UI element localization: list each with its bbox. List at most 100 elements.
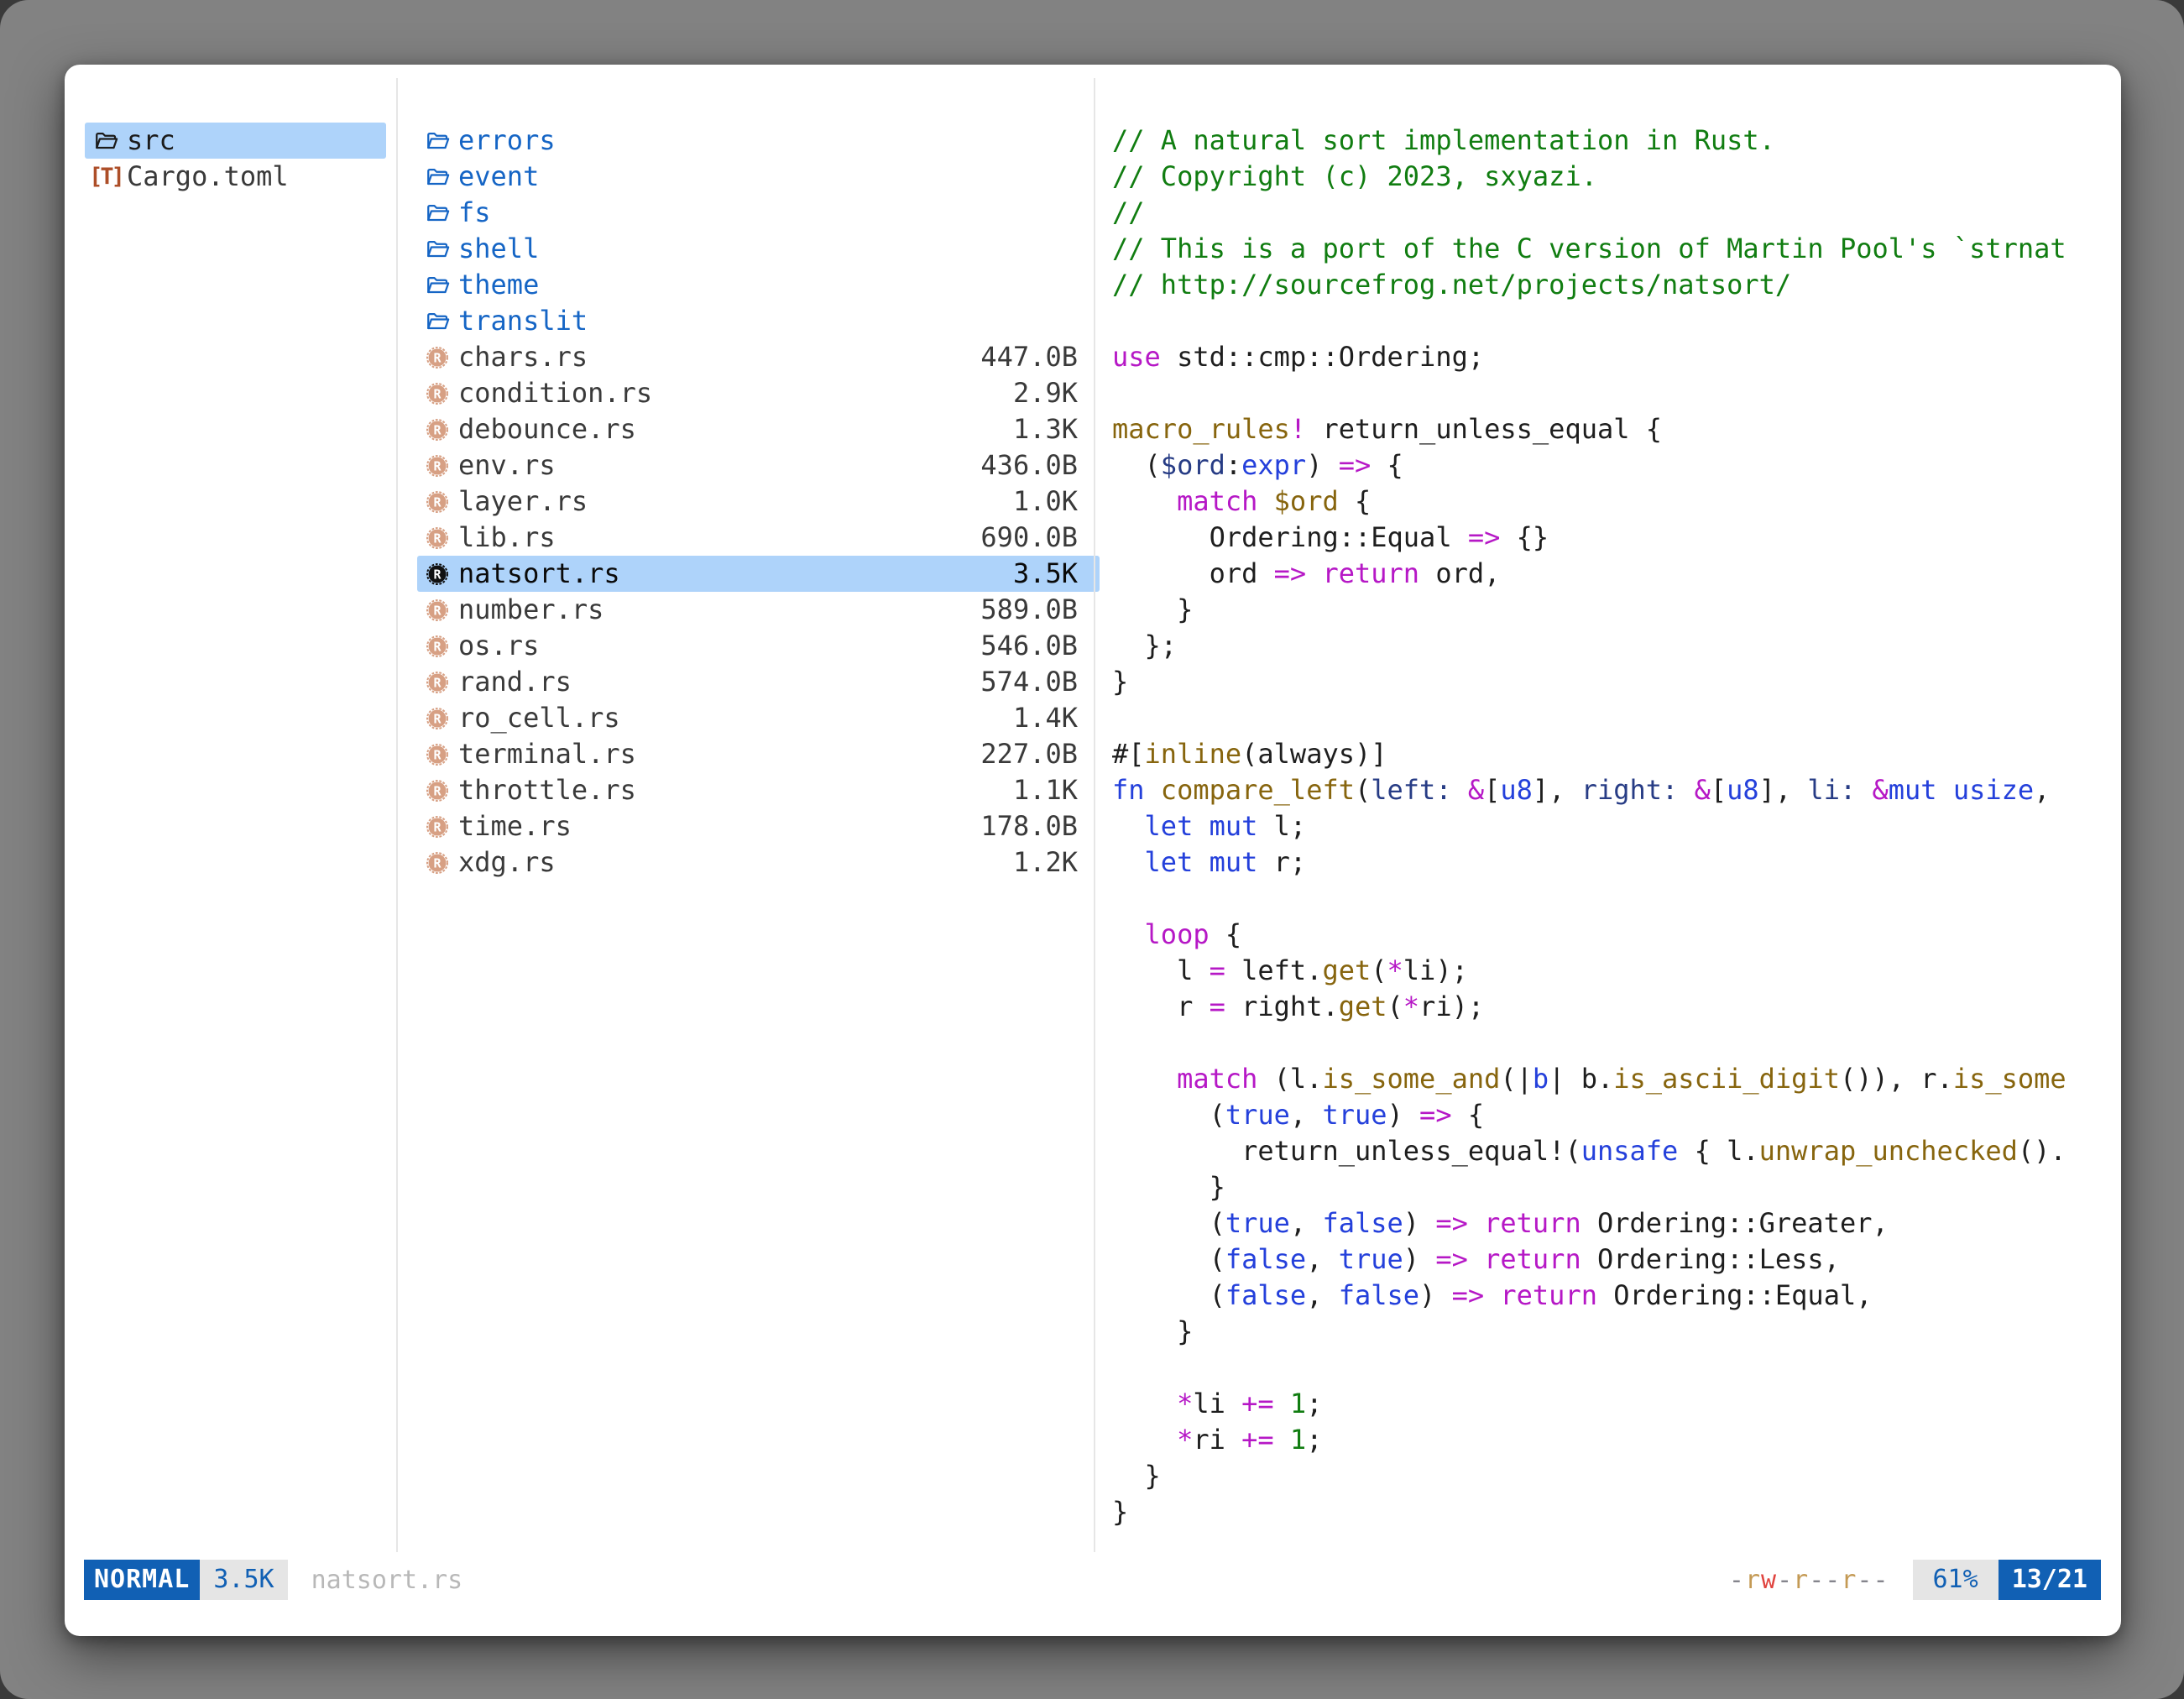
desktop-background: src [T] Cargo.toml errorseventfsshelltheme… [0, 0, 2184, 1699]
entry-size: 589.0B [980, 592, 1100, 628]
file-entry-natsort.rs[interactable]: Rnatsort.rs3.5K [417, 556, 1100, 592]
entry-name: env.rs [458, 447, 556, 484]
entry-name: chars.rs [458, 339, 588, 375]
file-entry-os.rs[interactable]: Ros.rs 546.0B [417, 628, 1100, 664]
folder-entry-theme[interactable]: theme [417, 267, 1100, 303]
code-line: loop { [1112, 917, 2121, 953]
entry-name: Cargo.toml [127, 159, 289, 195]
code-line: } [1112, 1494, 2121, 1530]
rust-file-icon: R [424, 525, 451, 552]
code-line: r = right.get(*ri); [1112, 989, 2121, 1025]
code-line: } [1112, 1314, 2121, 1350]
code-line: (false, true) => return Ordering::Less, [1112, 1242, 2121, 1278]
entry-size: 436.0B [980, 447, 1100, 484]
entry-size: 1.4K [1013, 700, 1100, 736]
entry-size: 178.0B [980, 808, 1100, 844]
file-preview-pane: // A natural sort implementation in Rust… [1112, 123, 2121, 1530]
file-size-badge: 3.5K [200, 1560, 287, 1600]
entry-size: 574.0B [980, 664, 1100, 700]
folder-open-icon [424, 164, 451, 191]
entry-name: translit [458, 303, 588, 339]
entry-size: 3.5K [1013, 556, 1100, 592]
svg-text:R: R [433, 711, 442, 726]
rust-file-icon: R [424, 597, 451, 624]
rust-file-icon: R [424, 489, 451, 515]
code-line: fn compare_left(left: &[u8], right: &[u8… [1112, 772, 2121, 808]
code-line [1112, 1350, 2121, 1386]
entry-size: 546.0B [980, 628, 1100, 664]
svg-text:R: R [433, 494, 442, 510]
code-line: return_unless_equal!(unsafe { l.unwrap_u… [1112, 1133, 2121, 1169]
scroll-percent-badge: 61% [1913, 1560, 1999, 1600]
rust-file-icon: R [424, 633, 451, 660]
entry-name: os.rs [458, 628, 539, 664]
file-entry-time.rs[interactable]: Rtime.rs 178.0B [417, 808, 1100, 844]
folder-open-icon [92, 128, 119, 154]
parent-entry-Cargo.toml[interactable]: [T] Cargo.toml [85, 159, 386, 195]
entry-name: xdg.rs [458, 844, 556, 881]
permissions-text: -rw-r--r-- [1729, 1566, 1889, 1595]
file-entry-env.rs[interactable]: Renv.rs 436.0B [417, 447, 1100, 484]
permission-char: - [1777, 1566, 1793, 1595]
folder-entry-errors[interactable]: errors [417, 123, 1100, 159]
file-entry-layer.rs[interactable]: Rlayer.rs1.0K [417, 484, 1100, 520]
entry-name: throttle.rs [458, 772, 636, 808]
entry-name: time.rs [458, 808, 572, 844]
permission-char: - [1729, 1566, 1745, 1595]
code-line: // [1112, 195, 2121, 231]
file-entry-rand.rs[interactable]: Rrand.rs 574.0B [417, 664, 1100, 700]
code-line: } [1112, 1458, 2121, 1494]
file-entry-throttle.rs[interactable]: Rthrottle.rs1.1K [417, 772, 1100, 808]
file-entry-condition.rs[interactable]: Rcondition.rs2.9K [417, 375, 1100, 411]
code-line [1112, 303, 2121, 339]
folder-entry-shell[interactable]: shell [417, 231, 1100, 267]
permission-char: - [1825, 1566, 1841, 1595]
svg-text:R: R [433, 675, 442, 690]
folder-open-icon [424, 128, 451, 154]
entry-name: natsort.rs [458, 556, 620, 592]
toml-icon: [T] [92, 164, 119, 191]
file-entry-lib.rs[interactable]: Rlib.rs690.0B [417, 520, 1100, 556]
entry-name: src [127, 123, 175, 159]
code-line: let mut r; [1112, 844, 2121, 881]
svg-text:R: R [433, 747, 442, 762]
code-line [1112, 700, 2121, 736]
code-line [1112, 1025, 2121, 1061]
file-entry-ro_cell.rs[interactable]: Rro_cell.rs1.4K [417, 700, 1100, 736]
entry-name: terminal.rs [458, 736, 636, 772]
permission-char: r [1793, 1566, 1809, 1595]
entry-size: 227.0B [980, 736, 1100, 772]
pane-divider [396, 78, 398, 1552]
mode-badge: NORMAL [84, 1560, 200, 1600]
rust-file-icon: R [424, 344, 451, 371]
file-entry-debounce.rs[interactable]: Rdebounce.rs1.3K [417, 411, 1100, 447]
svg-text:R: R [433, 783, 442, 798]
folder-entry-fs[interactable]: fs [417, 195, 1100, 231]
folder-entry-event[interactable]: event [417, 159, 1100, 195]
entry-size: 1.2K [1013, 844, 1100, 881]
file-entry-number.rs[interactable]: Rnumber.rs 589.0B [417, 592, 1100, 628]
folder-open-icon [424, 236, 451, 263]
code-line: // Copyright (c) 2023, sxyazi. [1112, 159, 2121, 195]
entry-size: 1.3K [1013, 411, 1100, 447]
entry-name: theme [458, 267, 539, 303]
rust-file-icon: R [424, 741, 451, 768]
entry-name: lib.rs [458, 520, 556, 556]
folder-entry-translit[interactable]: translit [417, 303, 1100, 339]
code-line: // A natural sort implementation in Rust… [1112, 123, 2121, 159]
parent-directory-pane: src [T] Cargo.toml [85, 123, 386, 195]
rust-file-icon: R [424, 705, 451, 732]
entry-name: number.rs [458, 592, 603, 628]
file-entry-chars.rs[interactable]: Rchars.rs447.0B [417, 339, 1100, 375]
code-line: } [1112, 592, 2121, 628]
file-entry-xdg.rs[interactable]: Rxdg.rs1.2K [417, 844, 1100, 881]
rust-file-icon: R [424, 777, 451, 804]
parent-entry-src[interactable]: src [85, 123, 386, 159]
file-entry-terminal.rs[interactable]: Rterminal.rs 227.0B [417, 736, 1100, 772]
cursor-position-badge: 13/21 [1999, 1560, 2101, 1600]
svg-text:R: R [433, 819, 442, 834]
entry-name: rand.rs [458, 664, 572, 700]
svg-text:R: R [433, 458, 442, 473]
permission-char: - [1857, 1566, 1873, 1595]
svg-text:R: R [433, 350, 442, 365]
